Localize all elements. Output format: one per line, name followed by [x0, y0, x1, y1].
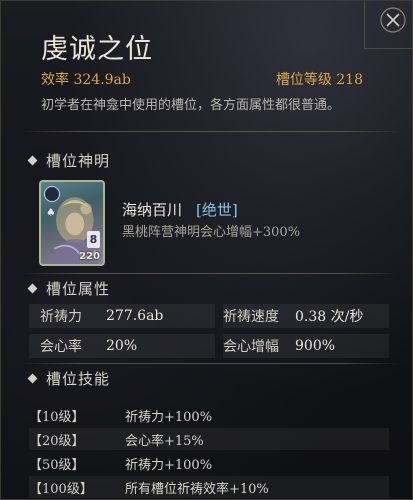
stats-row: 效率 324.9ab 槽位等级 218: [41, 69, 363, 89]
slot-description: 初学者在神龛中使用的槽位，各方面属性都很普通。: [41, 98, 341, 113]
slot-detail-panel: 虔诚之位 效率 324.9ab 槽位等级 218 初学者在神龛中使用的槽位，各方…: [0, 0, 413, 500]
attribute-key: 会心增幅: [223, 339, 279, 355]
skill-row: 【10级】 祈祷力+100%: [29, 404, 389, 426]
attribute-cell: 会心率 20%: [29, 334, 215, 358]
diamond-bullet-icon: [27, 155, 38, 165]
slot-level-label: 槽位等级 218: [275, 72, 363, 88]
attribute-key: 会心率: [40, 339, 82, 355]
attribute-row: 祈祷力 277.6ab 祈祷速度 0.38 次/秒: [29, 304, 389, 328]
section-deity-header: 槽位神明: [27, 148, 399, 172]
slot-title: 虔诚之位: [41, 34, 153, 65]
skill-effect: 会心率+15%: [125, 433, 204, 449]
skill-level: 【10级】: [29, 409, 85, 425]
deity-card[interactable]: ♠ 8 220: [39, 180, 105, 266]
attribute-value: 20%: [106, 338, 138, 354]
deity-name-row: 海纳百川 [绝世]: [122, 199, 238, 220]
skill-row: 【100级】 所有槽位祈祷效率+10%: [29, 476, 389, 498]
card-level: 220: [79, 251, 100, 262]
attribute-key: 祈祷力: [40, 309, 82, 325]
section-attributes-header: 槽位属性: [27, 276, 399, 300]
attribute-key: 祈祷速度: [223, 309, 279, 325]
efficiency-label: 效率 324.9ab: [41, 72, 131, 88]
spade-suit-icon: ♠: [46, 206, 56, 219]
attribute-cell: 会心增幅 900%: [223, 334, 389, 358]
diamond-bullet-icon: [27, 283, 38, 293]
section-attributes-title: 槽位属性: [46, 279, 111, 298]
skill-row: 【20级】 会心率+15%: [29, 428, 389, 450]
attribute-row: 会心率 20% 会心增幅 900%: [29, 334, 389, 358]
attribute-cell: 祈祷力 277.6ab: [29, 304, 215, 328]
divider: [23, 363, 399, 364]
attribute-grid: 祈祷力 277.6ab 祈祷速度 0.38 次/秒 会心率 20% 会心增幅 9…: [29, 304, 389, 364]
skill-row: 【50级】 祈祷力+100%: [29, 452, 389, 474]
close-x-icon: [380, 7, 406, 33]
attribute-value: 900%: [295, 338, 336, 354]
attribute-cell: 祈祷速度 0.38 次/秒: [223, 304, 389, 328]
skill-list: 【10级】 祈祷力+100% 【20级】 会心率+15% 【50级】 祈祷力+1…: [29, 404, 389, 499]
section-skills-title: 槽位技能: [46, 369, 111, 388]
skill-level: 【50级】: [29, 457, 85, 473]
deity-effect: 黑桃阵营神明会心增幅+300%: [122, 225, 301, 240]
attribute-value: 0.38 次/秒: [295, 309, 364, 325]
skill-effect: 祈祷力+100%: [125, 409, 213, 425]
attribute-value: 277.6ab: [106, 308, 164, 324]
diamond-bullet-icon: [27, 373, 38, 383]
rank-emblem-icon: [44, 186, 60, 202]
deity-rarity: [绝世]: [196, 201, 238, 219]
skill-level: 【20级】: [29, 433, 85, 449]
skill-effect: 祈祷力+100%: [125, 457, 213, 473]
skill-level: 【100级】: [29, 481, 93, 497]
section-deity-title: 槽位神明: [46, 151, 111, 170]
divider: [23, 131, 399, 132]
divider: [23, 273, 399, 274]
section-skills-header: 槽位技能: [27, 366, 399, 390]
skill-effect: 所有槽位祈祷效率+10%: [125, 481, 269, 497]
deity-name: 海纳百川: [122, 201, 183, 219]
card-rank-badge: 8: [87, 231, 100, 248]
close-button[interactable]: [376, 3, 410, 37]
